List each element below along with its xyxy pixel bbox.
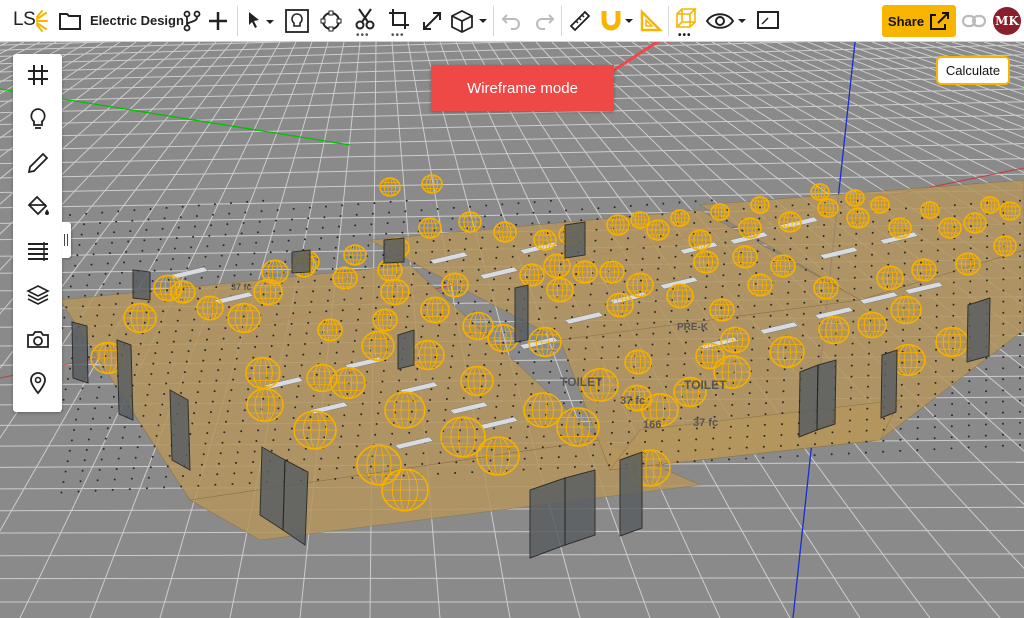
expand-icon — [423, 12, 441, 30]
paint-tool-button[interactable] — [23, 192, 53, 222]
wireframe-mode-callout: Wireframe mode — [431, 65, 614, 111]
presentation-view-button[interactable] — [754, 8, 782, 34]
3d-viewport[interactable]: TOILET 37 fc TOILET 37 fc 166 PRE-K 37 f… — [0, 42, 1024, 618]
cube-icon — [451, 9, 487, 33]
crop-tool-more[interactable]: ••• — [391, 31, 405, 41]
app-logo[interactable]: LS — [13, 9, 36, 31]
user-avatar[interactable]: MK — [993, 7, 1021, 35]
branch-button[interactable] — [182, 8, 202, 34]
polygon-icon — [320, 10, 342, 32]
layers-icon — [26, 285, 50, 305]
room-label-fc-3: 37 fc — [231, 282, 252, 292]
redo-icon — [536, 14, 555, 30]
branch-icon — [183, 10, 201, 32]
panel-collapse-handle[interactable] — [62, 222, 71, 258]
measure-tool-button[interactable] — [567, 7, 593, 35]
wireframe-cube-icon — [676, 8, 697, 28]
monitor-icon — [757, 11, 779, 29]
undo-icon — [501, 14, 520, 30]
shape-tool-button[interactable] — [317, 7, 345, 35]
link-button[interactable] — [961, 9, 987, 33]
select-tool-button[interactable] — [243, 8, 277, 34]
grid-icon — [28, 65, 48, 85]
room-label-toilet-1: TOILET — [560, 375, 603, 389]
room-label-fc-1: 37 fc — [620, 395, 645, 407]
location-pin-icon — [30, 372, 46, 395]
room-label-prek: PRE-K — [677, 322, 709, 333]
visibility-menu-button[interactable] — [705, 8, 747, 34]
wireframe-mode-button[interactable] — [673, 6, 699, 32]
cursor-icon — [249, 12, 274, 28]
scissors-icon — [355, 8, 375, 30]
draw-tool-button[interactable] — [23, 148, 53, 178]
list-tool-button[interactable] — [23, 236, 53, 266]
eye-icon — [705, 13, 746, 29]
wireframe-mode-more[interactable]: ••• — [678, 31, 692, 41]
open-project-button[interactable] — [56, 8, 84, 34]
undo-button[interactable] — [499, 9, 523, 33]
share-button[interactable]: Share — [882, 5, 956, 37]
location-tool-button[interactable] — [23, 368, 53, 398]
add-button[interactable] — [205, 8, 231, 34]
light-frame-icon — [285, 9, 309, 33]
plus-icon — [209, 12, 227, 30]
share-label: Share — [887, 13, 925, 29]
redo-button[interactable] — [533, 9, 557, 33]
object-menu-button[interactable] — [448, 7, 488, 35]
layers-tool-button[interactable] — [23, 280, 53, 310]
ruler-icon — [569, 10, 591, 32]
share-icon — [930, 12, 950, 30]
room-label-fc-2: 37 fc — [693, 417, 718, 429]
light-placement-button[interactable] — [283, 7, 311, 35]
paint-bucket-icon — [27, 195, 49, 216]
camera-icon — [27, 331, 49, 348]
project-title[interactable]: Electric Design — [90, 13, 184, 28]
logo-text: LS — [13, 9, 36, 30]
top-toolbar: LS Electric Design ••• ••• ••• Share MK — [0, 0, 1024, 42]
pencil-icon — [27, 152, 49, 174]
left-tool-panel — [13, 54, 62, 412]
list-icon — [28, 242, 48, 261]
room-label-toilet-2: TOILET — [684, 378, 727, 392]
cut-tool-button[interactable] — [351, 6, 379, 32]
logo-rays-icon — [36, 10, 48, 32]
folder-icon — [59, 13, 81, 30]
angle-tool-button[interactable] — [638, 7, 664, 35]
calculate-button[interactable]: Calculate — [936, 56, 1010, 85]
set-square-icon — [640, 9, 663, 32]
snap-menu-button[interactable] — [598, 6, 634, 36]
camera-tool-button[interactable] — [23, 324, 53, 354]
link-icon — [962, 14, 986, 28]
room-label-166: 166 — [643, 419, 661, 431]
cut-tool-more[interactable]: ••• — [356, 31, 370, 41]
grid-tool-button[interactable] — [23, 60, 53, 90]
crop-icon — [389, 9, 409, 29]
magnet-icon — [601, 11, 633, 31]
crop-tool-button[interactable] — [385, 6, 413, 32]
scale-tool-button[interactable] — [419, 7, 445, 35]
bulb-icon — [30, 108, 46, 129]
lighting-tool-button[interactable] — [23, 104, 53, 134]
